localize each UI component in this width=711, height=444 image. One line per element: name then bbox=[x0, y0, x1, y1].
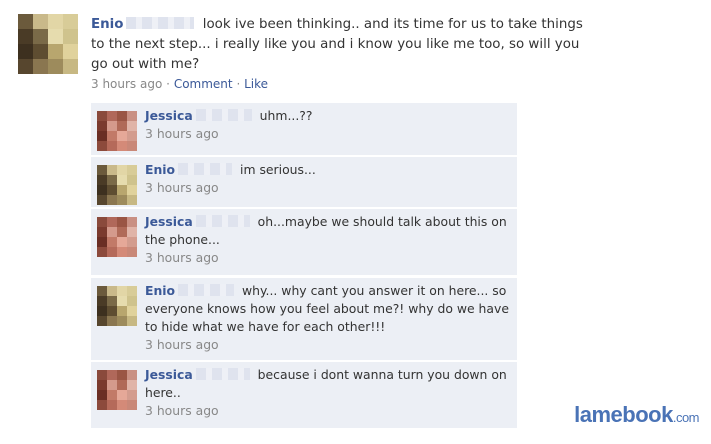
comment-body: Enio im serious... 3 hours ago bbox=[145, 161, 511, 197]
comment-item: Jessica oh...maybe we should talk about … bbox=[91, 209, 517, 275]
redacted-surname bbox=[126, 17, 195, 29]
redacted-surname bbox=[178, 163, 233, 175]
comment-body: Enio why... why cant you answer it on he… bbox=[145, 282, 511, 354]
comment-timestamp: 3 hours ago bbox=[145, 337, 219, 352]
comment-body: Jessica uhm...?? 3 hours ago bbox=[145, 107, 511, 143]
comment-body: Jessica oh...maybe we should talk about … bbox=[145, 213, 511, 267]
meta-separator: · bbox=[166, 77, 170, 91]
commenter-avatar[interactable] bbox=[97, 111, 137, 151]
commenter-avatar[interactable] bbox=[97, 165, 137, 205]
redacted-surname bbox=[195, 368, 250, 380]
redacted-surname bbox=[178, 284, 235, 296]
post-author-avatar[interactable] bbox=[18, 14, 78, 74]
commenter-name[interactable]: Enio bbox=[145, 283, 175, 298]
comment-timestamp: 3 hours ago bbox=[145, 403, 219, 418]
commenter-name[interactable]: Jessica bbox=[145, 108, 193, 123]
comment-timestamp: 3 hours ago bbox=[145, 180, 219, 195]
post-author-name[interactable]: Enio bbox=[91, 17, 123, 32]
commenter-name[interactable]: Jessica bbox=[145, 367, 193, 382]
commenter-name[interactable]: Enio bbox=[145, 162, 175, 177]
post-meta: 3 hours ago · Comment · Like bbox=[91, 77, 268, 91]
comment-item: Jessica uhm...?? 3 hours ago bbox=[91, 103, 517, 155]
meta-separator: · bbox=[236, 77, 241, 91]
comment-item: Enio why... why cant you answer it on he… bbox=[91, 278, 517, 360]
comment-text: uhm...?? bbox=[259, 108, 313, 123]
redacted-surname bbox=[195, 109, 252, 121]
comment-timestamp: 3 hours ago bbox=[145, 126, 219, 141]
comment-text: im serious... bbox=[240, 162, 316, 177]
commenter-avatar[interactable] bbox=[97, 286, 137, 326]
commenter-avatar[interactable] bbox=[97, 217, 137, 257]
commenter-name[interactable]: Jessica bbox=[145, 214, 193, 229]
comment-body: Jessica because i dont wanna turn you do… bbox=[145, 366, 511, 420]
post-message: Enio look ive been thinking.. and its ti… bbox=[91, 15, 596, 75]
lamebook-watermark: lamebook.com bbox=[574, 402, 699, 428]
comment-timestamp: 3 hours ago bbox=[145, 250, 219, 265]
comment-link[interactable]: Comment bbox=[174, 77, 233, 91]
post-timestamp: 3 hours ago bbox=[91, 77, 163, 91]
redacted-surname bbox=[195, 215, 250, 227]
comment-item: Jessica because i dont wanna turn you do… bbox=[91, 362, 517, 428]
commenter-avatar[interactable] bbox=[97, 370, 137, 410]
like-link[interactable]: Like bbox=[244, 77, 268, 91]
watermark-brand: lamebook bbox=[574, 402, 673, 427]
watermark-domain: .com bbox=[672, 410, 700, 425]
comment-item: Enio im serious... 3 hours ago bbox=[91, 157, 517, 207]
